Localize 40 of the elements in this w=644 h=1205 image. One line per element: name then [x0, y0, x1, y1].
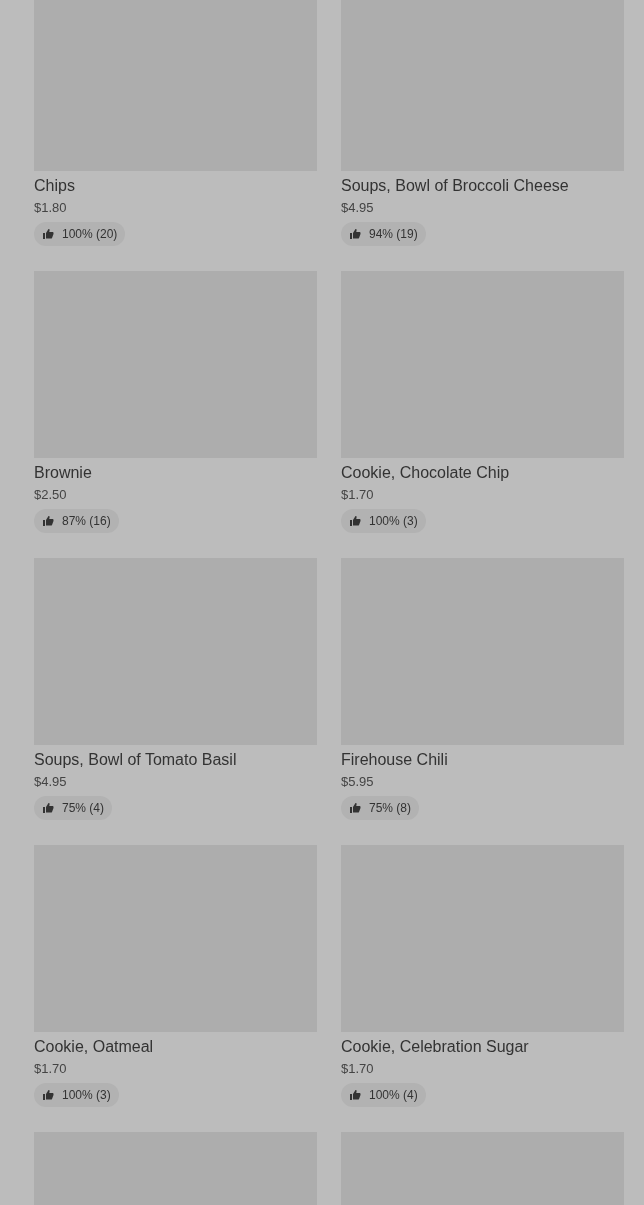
rating-text: 75% (4)	[62, 800, 105, 817]
item-price: $4.95	[34, 774, 68, 790]
thumbs-up-icon	[42, 1089, 54, 1101]
menu-item-card[interactable]: Soups, Bowl of Broccoli Cheese $4.95 94% (19)	[341, 0, 624, 247]
item-price: $2.50	[34, 487, 68, 503]
item-price: $1.70	[341, 1061, 375, 1077]
item-price: $1.80	[34, 200, 68, 216]
menu-item-card[interactable]: Cookie, Oatmeal $1.70 100% (3)	[34, 845, 317, 1108]
thumbs-up-icon	[42, 802, 54, 814]
item-name: Soups, Bowl of Tomato Basil	[34, 750, 238, 770]
thumbs-up-icon	[349, 515, 361, 527]
rating-text: 100% (3)	[369, 513, 418, 530]
item-name: Brownie	[34, 463, 93, 483]
rating-text: 87% (16)	[62, 513, 111, 530]
rating-text: 100% (4)	[369, 1087, 418, 1104]
item-price: $4.95	[341, 200, 375, 216]
rating-text: 75% (8)	[369, 800, 412, 817]
thumbs-up-icon	[349, 228, 361, 240]
rating-text: 94% (19)	[369, 226, 418, 243]
item-name: Cookie, Chocolate Chip	[341, 463, 511, 483]
menu-item-card[interactable]: Soups, Bowl of Tomato Basil $4.95 75% (4)	[34, 558, 317, 821]
item-price: $5.95	[341, 774, 375, 790]
item-name: Cookie, Celebration Sugar	[341, 1037, 530, 1057]
item-name: Cookie, Oatmeal	[34, 1037, 155, 1057]
item-price: $1.70	[341, 487, 375, 503]
menu-item-card[interactable]: Brownie $2.50 87% (16)	[34, 271, 317, 534]
thumbs-up-icon	[42, 228, 54, 240]
thumbs-up-icon	[42, 515, 54, 527]
rating-text: 100% (3)	[62, 1087, 111, 1104]
menu-item-card[interactable]: Chips $1.80 100% (20)	[34, 0, 317, 247]
thumbs-up-icon	[349, 1089, 361, 1101]
item-price: $1.70	[34, 1061, 68, 1077]
item-name: Soups, Bowl of Broccoli Cheese	[341, 176, 570, 196]
menu-item-card[interactable]: Cookie, Chocolate Chip $1.70 100% (3)	[341, 271, 624, 534]
menu-item-card[interactable]: Firehouse Chili $5.95 75% (8)	[341, 558, 624, 821]
thumbs-up-icon	[349, 802, 361, 814]
menu-item-card[interactable]: Cookie, Celebration Sugar $1.70 100% (4)	[341, 845, 624, 1108]
item-name: Firehouse Chili	[341, 750, 449, 770]
item-name: Chips	[34, 176, 76, 196]
rating-text: 100% (20)	[62, 226, 118, 243]
